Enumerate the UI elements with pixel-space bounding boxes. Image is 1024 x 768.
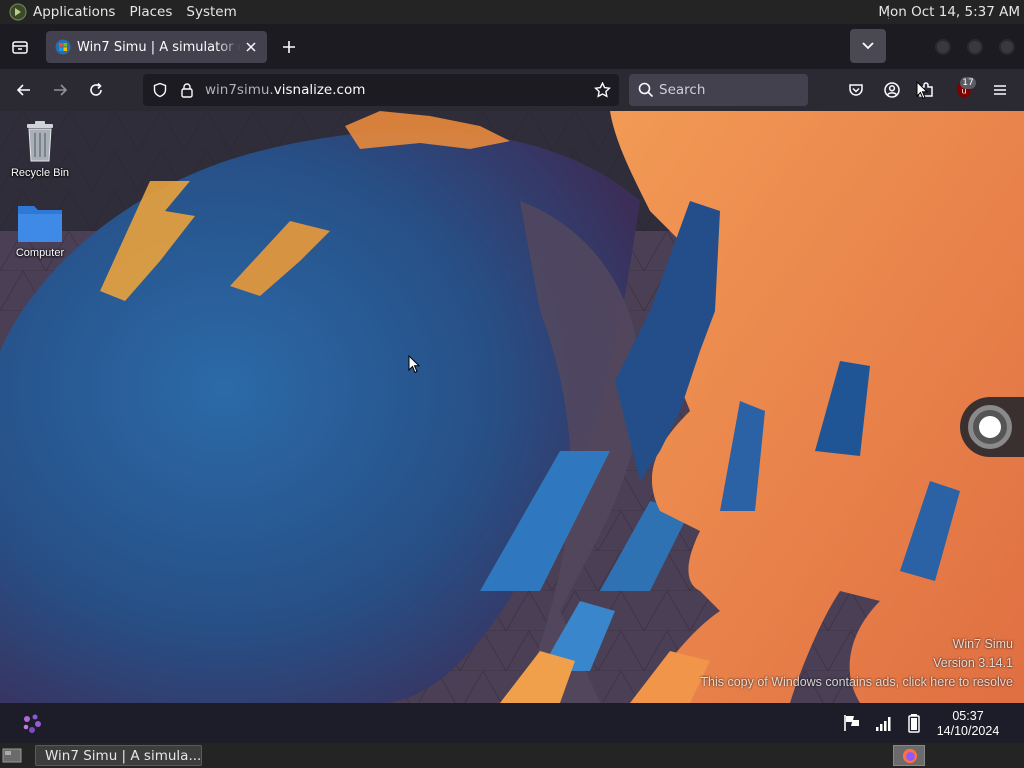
show-desktop-icon[interactable]	[2, 747, 22, 764]
ring-center	[979, 416, 1001, 438]
hamburger-menu-icon	[994, 85, 1006, 95]
watermark-activation-link[interactable]: This copy of Windows contains ads, click…	[700, 675, 1013, 689]
search-placeholder: Search	[659, 82, 706, 98]
recycle-bin-icon	[27, 121, 53, 162]
desktop-wallpaper[interactable]	[0, 111, 1024, 703]
page-content[interactable]: Recycle Bin Computer Win7 Simu Version 3…	[0, 111, 1024, 743]
pocket-icon	[849, 84, 863, 96]
pocket-button[interactable]	[844, 78, 868, 102]
reload-button[interactable]	[84, 78, 108, 102]
floating-assistive-button[interactable]	[960, 397, 1024, 457]
active-tab[interactable]: Win7 Simu | A simulator of Windows 7	[46, 31, 267, 63]
taskbar-window-button[interactable]: Win7 Simu | A simula...	[35, 745, 202, 766]
taskbar-time: 05:37	[952, 709, 984, 723]
taskbar-window-title: Win7 Simu | A simula...	[45, 747, 202, 764]
plus-icon	[283, 41, 295, 53]
signal-icon[interactable]	[874, 713, 894, 733]
computer-label: Computer	[15, 247, 65, 259]
reload-icon	[90, 82, 102, 96]
forward-button[interactable]	[48, 78, 72, 102]
system-menu[interactable]: System	[186, 4, 236, 20]
forward-icon	[54, 84, 68, 96]
back-icon	[16, 84, 30, 96]
firefox-view-button[interactable]	[8, 35, 32, 59]
firefox-workspace-icon	[902, 748, 918, 764]
kali-logo-icon[interactable]	[9, 3, 27, 21]
window-maximize-button[interactable]	[967, 39, 983, 55]
chevron-down-icon	[862, 42, 874, 50]
lock-icon[interactable]	[180, 82, 194, 98]
close-icon	[246, 42, 256, 52]
search-bar[interactable]: Search	[629, 74, 808, 106]
taskbar-clock[interactable]: 05:37 14/10/2024	[930, 709, 1006, 739]
url-domain: visnalize.com	[273, 82, 366, 98]
url-text[interactable]: win7simu.visnalize.com	[205, 82, 365, 98]
workspace-switcher[interactable]	[893, 745, 925, 766]
url-bar[interactable]: win7simu.visnalize.com	[143, 74, 619, 106]
folder-icon	[18, 206, 62, 242]
win7simu-favicon-icon	[55, 39, 71, 55]
window-minimize-button[interactable]	[935, 39, 951, 55]
star-icon[interactable]	[594, 82, 611, 98]
back-button[interactable]	[12, 78, 36, 102]
new-tab-button[interactable]	[278, 36, 300, 58]
navigation-toolbar: win7simu.visnalize.com Search u	[0, 69, 1024, 111]
mouse-cursor-icon-2	[916, 81, 928, 100]
tab-strip: Win7 Simu | A simulator of Windows 7	[0, 24, 1024, 69]
flag-icon[interactable]	[842, 713, 862, 733]
watermark-title[interactable]: Win7 Simu	[953, 637, 1013, 651]
watermark-version[interactable]: Version 3.14.1	[933, 656, 1013, 670]
account-icon	[884, 82, 900, 98]
list-all-tabs-button[interactable]	[850, 29, 886, 63]
account-button[interactable]	[880, 78, 904, 102]
win7-taskbar: 05:37 14/10/2024	[0, 703, 1024, 743]
window-close-button[interactable]	[999, 39, 1015, 55]
tab-list-icon	[12, 41, 28, 54]
recycle-bin-label: Recycle Bin	[10, 167, 70, 179]
computer-desktop-icon[interactable]: Computer	[5, 200, 75, 259]
tab-title: Win7 Simu | A simulator of Windows 7	[77, 39, 241, 55]
ublock-count-badge: 17	[960, 77, 976, 89]
start-button-icon[interactable]	[19, 711, 45, 737]
battery-icon[interactable]	[905, 713, 925, 733]
app-menu-button[interactable]	[988, 78, 1012, 102]
url-subdomain: win7simu.	[205, 82, 274, 98]
taskbar-date: 14/10/2024	[936, 724, 1000, 738]
shield-icon[interactable]	[152, 82, 168, 98]
panel-clock[interactable]: Mon Oct 14, 5:37 AM	[878, 4, 1020, 20]
top-panel: Applications Places System Mon Oct 14, 5…	[0, 0, 1024, 24]
mouse-cursor-icon	[408, 355, 420, 374]
tab-close-button[interactable]	[243, 39, 259, 55]
applications-menu[interactable]: Applications	[33, 4, 115, 20]
search-icon	[638, 82, 654, 98]
places-menu[interactable]: Places	[129, 4, 172, 20]
recycle-bin-desktop-icon[interactable]: Recycle Bin	[5, 120, 75, 179]
bottom-panel: Win7 Simu | A simula...	[0, 743, 1024, 768]
